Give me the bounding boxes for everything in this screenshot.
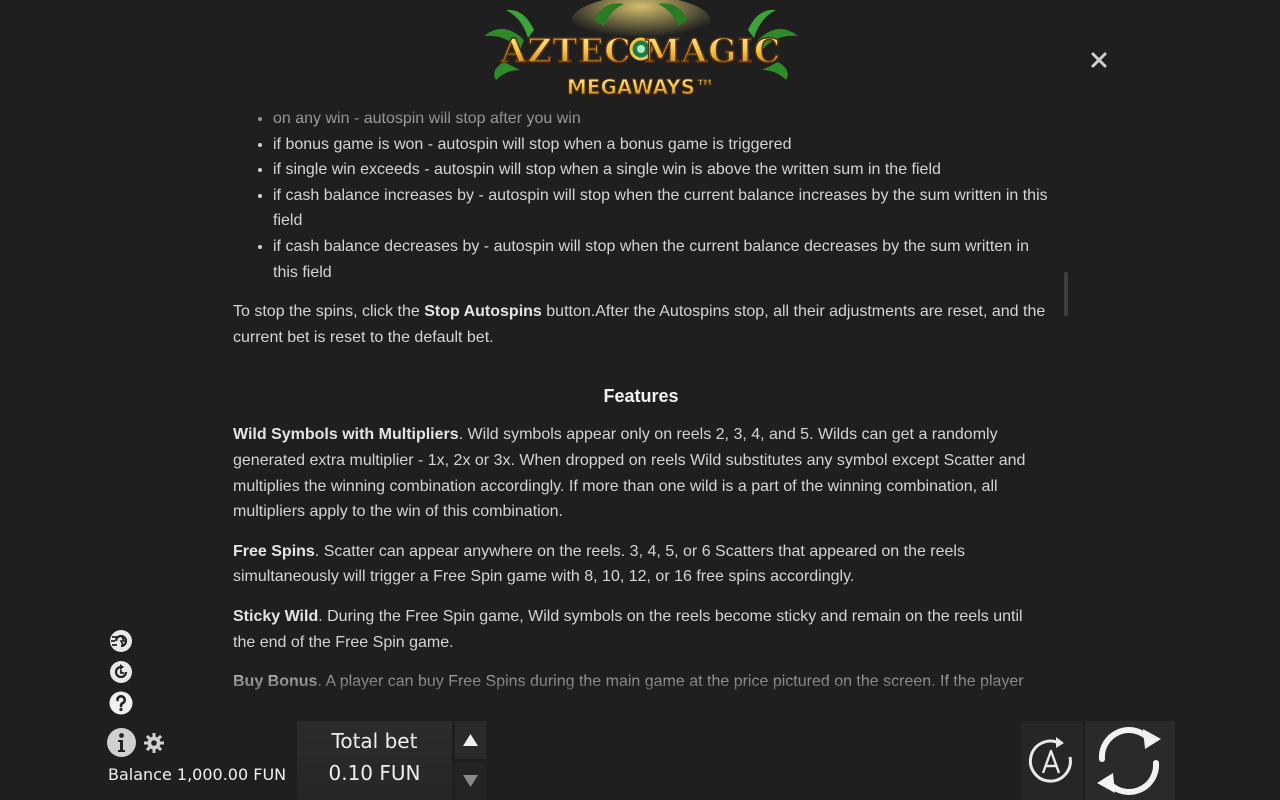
logo-subtitle: MEGAWAYS™	[567, 75, 715, 99]
autospin-options-list: on any win - autospin will stop after yo…	[233, 106, 1049, 285]
feature-paragraph: Free Spins. Scatter can appear anywhere …	[233, 542, 965, 586]
gear-icon	[144, 733, 164, 753]
help-icon	[109, 691, 133, 715]
info-icon	[107, 728, 136, 757]
total-bet-value: 0.10 FUN	[328, 761, 421, 785]
bet-stepper	[455, 721, 486, 800]
rules-content[interactable]: on any win - autospin will stop after yo…	[233, 104, 1049, 702]
list-item: if cash balance decreases by - autospin …	[273, 234, 1049, 285]
increase-bet-button[interactable]	[455, 721, 486, 759]
history-button[interactable]	[108, 659, 134, 685]
balance-value: 1,000.00 FUN	[176, 765, 287, 784]
help-button[interactable]	[108, 690, 134, 716]
arrow-up-icon	[463, 734, 478, 746]
feature-paragraph: Sticky Wild. During the Free Spin game, …	[233, 607, 1023, 651]
spin-icon	[1097, 727, 1161, 795]
feature-title: Buy Bonus	[233, 673, 318, 691]
game-rules-screen: AZTEC MAGIC MEGAWAYS™ on any win - autos…	[0, 0, 1280, 800]
features-heading: Features	[603, 386, 679, 407]
autoplay-icon	[1028, 737, 1072, 783]
feature-paragraph: Wild Symbols with Multipliers. Wild symb…	[233, 426, 1026, 521]
turbo-spin-icon	[110, 630, 132, 652]
close-icon	[1091, 52, 1107, 68]
list-item: if cash balance increases by - autospin …	[273, 183, 1049, 234]
scrollbar[interactable]	[1064, 272, 1068, 316]
feature-title: Free Spins	[233, 542, 315, 560]
turbo-spin-button[interactable]	[108, 628, 134, 654]
history-icon	[110, 661, 132, 683]
list-item: if single win exceeds - autospin will st…	[273, 157, 1049, 183]
balance-label: Balance	[108, 765, 172, 784]
balance-display: Balance 1,000.00 FUN	[108, 765, 286, 784]
info-button[interactable]	[106, 727, 137, 758]
list-item: on any win - autospin will stop after yo…	[273, 106, 1049, 132]
arrow-down-icon	[463, 775, 478, 787]
spin-button[interactable]	[1085, 721, 1175, 800]
total-bet-label: Total bet	[331, 729, 418, 753]
game-logo: AZTEC MAGIC MEGAWAYS™	[484, 0, 798, 102]
logo-title: AZTEC MAGIC	[500, 31, 781, 70]
list-item: if bonus game is won - autospin will sto…	[273, 132, 1049, 158]
autoplay-button[interactable]	[1021, 721, 1083, 800]
feature-title: Wild Symbols with Multipliers	[233, 426, 459, 444]
total-bet-panel: Total bet 0.10 FUN	[297, 721, 452, 800]
decrease-bet-button[interactable]	[455, 762, 486, 800]
settings-button[interactable]	[143, 732, 165, 754]
stop-autospins-term: Stop Autospins	[424, 303, 542, 321]
close-button[interactable]	[1086, 47, 1112, 73]
stop-autospins-paragraph: To stop the spins, click the Stop Autosp…	[233, 303, 1046, 346]
feature-title: Sticky Wild	[233, 607, 319, 625]
feature-paragraph: Buy Bonus. A player can buy Free Spins d…	[233, 673, 1024, 691]
